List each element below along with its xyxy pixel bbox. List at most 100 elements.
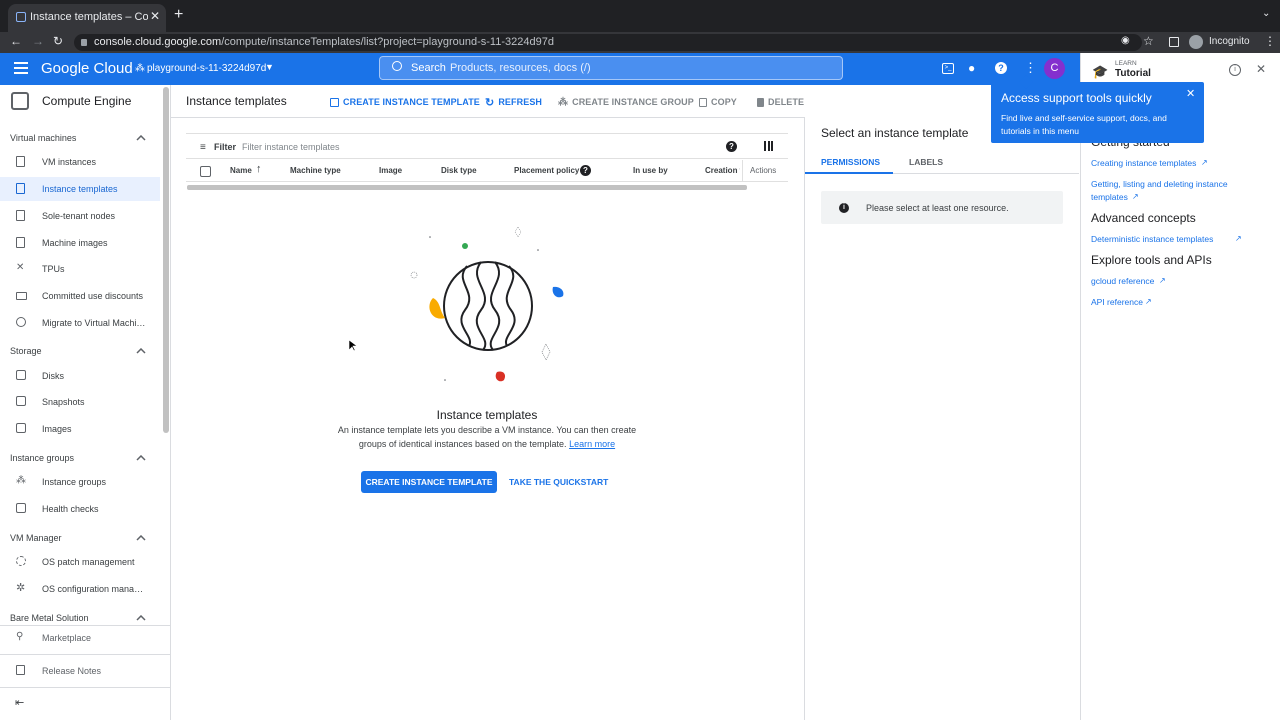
nav-section-instance-groups[interactable]: Instance groups [10, 453, 74, 463]
chevron-up-icon[interactable] [136, 455, 146, 461]
info-icon: i [839, 203, 849, 213]
instance-groups-icon: ⁂ [16, 475, 26, 486]
sidebar-item-images[interactable]: Images [0, 417, 160, 441]
lock-icon [81, 39, 87, 46]
sidebar-item-instance-templates[interactable]: Instance templates [0, 177, 160, 201]
browser-menu-icon[interactable]: ⋮ [1264, 34, 1276, 48]
external-link-icon: ↗ [1159, 276, 1166, 285]
nav-section-storage[interactable]: Storage [10, 346, 42, 356]
profile-label[interactable]: Incognito [1209, 36, 1250, 47]
column-name[interactable]: Name [230, 166, 252, 175]
sidebar-item-health-checks[interactable]: Health checks [0, 497, 160, 521]
sidebar-item-vm-instances[interactable]: VM instances [0, 150, 160, 174]
select-all-checkbox[interactable] [200, 166, 211, 177]
migrate-icon [16, 317, 26, 327]
create-instance-group-button[interactable]: ⁂ CREATE INSTANCE GROUP [558, 95, 694, 109]
back-icon[interactable]: ← [10, 34, 22, 48]
sidebar-item-os-config[interactable]: ✲ OS configuration manage... [0, 577, 160, 601]
tab-menu-icon[interactable]: ⌄ [1262, 8, 1270, 19]
address-bar: ← → ↻ console.cloud.google.com/compute/i… [0, 32, 1280, 53]
browser-tab-bar: Instance templates – Compute ✕ + ⌄ [0, 0, 1280, 32]
sidebar-item-committed-use-discounts[interactable]: Committed use discounts [0, 284, 160, 308]
tutorial-link-deterministic[interactable]: Deterministic instance templates [1091, 233, 1213, 246]
help-icon[interactable]: ? [995, 62, 1007, 74]
search-box[interactable]: Search Products, resources, docs (/) [379, 56, 843, 80]
callout-close-icon[interactable]: ✕ [1186, 87, 1195, 100]
learn-more-link[interactable]: Learn more [569, 439, 615, 449]
project-selector[interactable]: playground-s-11-3224d97d [147, 63, 266, 74]
table-horizontal-scrollbar[interactable] [187, 185, 747, 190]
nav-section-bare-metal[interactable]: Bare Metal Solution [10, 613, 89, 623]
tab-labels[interactable]: LABELS [909, 157, 943, 167]
avatar[interactable]: C [1044, 58, 1065, 79]
tab-permissions-underline [805, 172, 893, 174]
column-image[interactable]: Image [379, 166, 402, 175]
sidebar-item-machine-images[interactable]: Machine images [0, 231, 160, 255]
sidebar-item-disks[interactable]: Disks [0, 364, 160, 388]
empty-state-description-line-2: groups of identical instances based on t… [186, 439, 788, 449]
sidebar-item-snapshots[interactable]: Snapshots [0, 390, 160, 414]
tutorial-link-getting-listing[interactable]: Getting, listing and deleting instance [1091, 178, 1228, 191]
take-quickstart-button[interactable]: TAKE THE QUICKSTART [509, 477, 608, 487]
sidebar-item-release-notes[interactable]: Release Notes [0, 659, 160, 683]
reload-icon[interactable]: ↻ [53, 34, 63, 48]
eye-off-icon[interactable]: ◉ [1121, 35, 1130, 46]
forward-icon[interactable]: → [32, 34, 44, 48]
tutorial-link-creating-templates[interactable]: Creating instance templates [1091, 157, 1196, 170]
google-cloud-logo[interactable]: Google Cloud [41, 60, 133, 77]
refresh-button[interactable]: ↻ REFRESH [485, 95, 542, 109]
sidebar-item-sole-tenant-nodes[interactable]: Sole-tenant nodes [0, 204, 160, 228]
cloud-shell-icon[interactable]: >_ [942, 63, 954, 74]
placement-policy-help-icon[interactable]: ? [580, 165, 591, 176]
tutorial-close-icon[interactable]: ✕ [1256, 62, 1266, 76]
chevron-up-icon[interactable] [136, 135, 146, 141]
delete-button[interactable]: DELETE [757, 95, 804, 109]
nav-section-vm-manager[interactable]: VM Manager [10, 533, 62, 543]
sidebar-item-os-patch[interactable]: OS patch management [0, 550, 160, 574]
create-instance-template-button[interactable]: CREATE INSTANCE TEMPLATE [361, 471, 497, 493]
tutorial-link-api[interactable]: API reference [1091, 296, 1143, 309]
sidepanel-icon[interactable] [1169, 37, 1179, 47]
nav-section-virtual-machines[interactable]: Virtual machines [10, 133, 76, 143]
column-creation-time[interactable]: Creation t [705, 166, 740, 175]
sort-ascending-icon[interactable]: ↑ [256, 163, 262, 175]
tutorial-title: Tutorial [1115, 68, 1151, 79]
nav-scrollbar[interactable] [163, 87, 169, 433]
new-tab-icon[interactable]: + [174, 6, 183, 24]
tab-close-icon[interactable]: ✕ [150, 9, 160, 23]
filter-label[interactable]: Filter [214, 142, 236, 152]
chevron-up-icon[interactable] [136, 615, 146, 621]
info-message: Please select at least one resource. [866, 203, 1009, 213]
filter-help-icon[interactable]: ? [726, 141, 737, 152]
collapse-nav-icon[interactable]: ⇤ [15, 696, 24, 709]
column-machine-type[interactable]: Machine type [290, 166, 341, 175]
external-link-icon: ↗ [1145, 297, 1152, 306]
tutorial-info-icon[interactable]: i [1229, 64, 1241, 76]
column-in-use-by[interactable]: In use by [633, 166, 668, 175]
chevron-up-icon[interactable] [136, 535, 146, 541]
browser-tab[interactable]: Instance templates – Compute ✕ [8, 4, 166, 32]
tutorial-link-templates[interactable]: templates [1091, 191, 1128, 204]
hamburger-menu-icon[interactable] [14, 62, 28, 74]
project-dropdown-icon[interactable]: ▼ [265, 62, 274, 72]
sidebar-item-tpus[interactable]: ✕ TPUs [0, 257, 160, 281]
sidebar-item-instance-groups[interactable]: ⁂ Instance groups [0, 470, 160, 494]
more-options-icon[interactable]: ⋮ [1024, 60, 1037, 76]
tab-permissions[interactable]: PERMISSIONS [821, 157, 880, 167]
copy-button[interactable]: COPY [699, 95, 737, 109]
column-display-icon[interactable] [764, 141, 773, 151]
tutorial-link-gcloud[interactable]: gcloud reference [1091, 275, 1154, 288]
filter-input[interactable]: Filter instance templates [242, 142, 340, 152]
external-link-icon: ↗ [1235, 234, 1242, 243]
sidebar-item-marketplace[interactable]: ⚲ Marketplace [0, 626, 160, 650]
bookmark-star-icon[interactable]: ☆ [1143, 34, 1154, 48]
instance-templates-icon [16, 183, 25, 194]
sidebar-item-migrate[interactable]: Migrate to Virtual Machin... [0, 311, 160, 335]
column-disk-type[interactable]: Disk type [441, 166, 477, 175]
create-instance-template-toolbar-button[interactable]: CREATE INSTANCE TEMPLATE [330, 95, 480, 109]
mouse-cursor-icon [349, 340, 357, 352]
column-placement-policy[interactable]: Placement policy [514, 166, 579, 175]
chevron-up-icon[interactable] [136, 348, 146, 354]
notifications-icon[interactable]: ● [968, 61, 975, 75]
url-field[interactable]: console.cloud.google.com/compute/instanc… [74, 34, 1142, 51]
